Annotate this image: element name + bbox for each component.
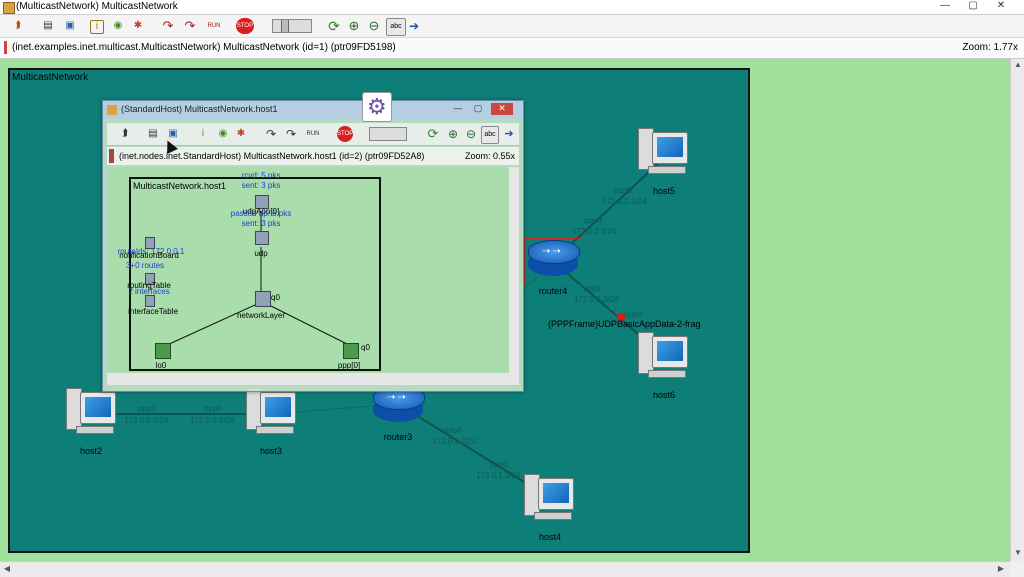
- host5-label: host5: [652, 186, 676, 196]
- scroll-right-icon[interactable]: ▶: [994, 563, 1008, 575]
- link-label: ppp0: [490, 460, 508, 469]
- link-label: 172.0.2.1/24: [602, 197, 647, 206]
- udp-passed: passed up: 6 pks: [230, 209, 292, 218]
- network-layer-icon[interactable]: [255, 291, 271, 307]
- router3-icon[interactable]: ➝➝: [373, 386, 425, 426]
- udp-sent: sent: 3 pks: [241, 219, 281, 228]
- link-label: ppp0: [204, 404, 222, 413]
- lo0-icon[interactable]: [155, 343, 171, 359]
- gate-label: q0: [271, 293, 280, 302]
- lo0-label: lo0: [155, 361, 167, 370]
- link-label: 172.0.1.2/24: [432, 437, 477, 446]
- host5-icon[interactable]: [638, 128, 690, 174]
- scroll-up-icon[interactable]: ▲: [1011, 59, 1024, 71]
- ppp0-icon[interactable]: [343, 343, 359, 359]
- link-label: ppp0: [584, 216, 602, 225]
- host2-icon[interactable]: [66, 388, 118, 434]
- interface-table-icon[interactable]: [145, 295, 155, 307]
- router4-icon[interactable]: ➝➝: [528, 240, 580, 280]
- router4-label: router4: [538, 286, 568, 296]
- host3-icon[interactable]: [246, 388, 298, 434]
- link-label: 172.0.0.4/24: [124, 416, 169, 425]
- link-label: ppp0: [138, 404, 156, 413]
- scroll-down-icon[interactable]: ▼: [1011, 547, 1024, 559]
- horizontal-scrollbar[interactable]: ◀ ▶: [0, 561, 1010, 577]
- network-layer-label: networkLayer: [236, 311, 286, 320]
- link-label: 172.0.0.5/24: [190, 416, 235, 425]
- link-label: 172.0.3.3/24: [574, 295, 619, 304]
- link-label: 172.0.1.3/24: [476, 471, 521, 480]
- link-label: 172.0.2.3/24: [572, 227, 617, 236]
- udpapp-rcvd: rcvd: 5 pks: [241, 171, 281, 180]
- host4-label: host4: [538, 532, 562, 542]
- link-label: ppp0: [624, 310, 642, 319]
- inner-vertical-scrollbar[interactable]: [509, 167, 519, 373]
- notification-board-label: notificationBoard: [119, 251, 179, 260]
- notification-board-icon[interactable]: [145, 237, 155, 249]
- host6-icon[interactable]: [638, 332, 690, 378]
- host2-label: host2: [79, 446, 103, 456]
- settings-gear-button[interactable]: ⚙: [362, 92, 392, 122]
- udpapp-sent: sent: 3 pks: [241, 181, 281, 190]
- host6-label: host6: [652, 390, 676, 400]
- udp-icon[interactable]: [255, 231, 269, 245]
- udp-label: udp: [254, 249, 268, 258]
- inner-horizontal-scrollbar[interactable]: [107, 373, 519, 385]
- gear-icon: ⚙: [367, 94, 387, 119]
- vertical-scrollbar[interactable]: ▲ ▼: [1010, 59, 1024, 561]
- interface-table-label: interfaceTable: [128, 307, 178, 316]
- scroll-left-icon[interactable]: ◀: [0, 563, 14, 575]
- gate-label: q0: [361, 343, 370, 352]
- host4-icon[interactable]: [524, 474, 576, 520]
- ppp0-label: ppp[0]: [337, 361, 361, 370]
- message-label: (PPPFrame)UDPBasicAppData-2-frag: [548, 319, 701, 329]
- routes-count: 3+0 routes: [125, 261, 165, 270]
- router3-label: router3: [383, 432, 413, 442]
- link-label: ppp0: [444, 426, 462, 435]
- host3-label: host3: [259, 446, 283, 456]
